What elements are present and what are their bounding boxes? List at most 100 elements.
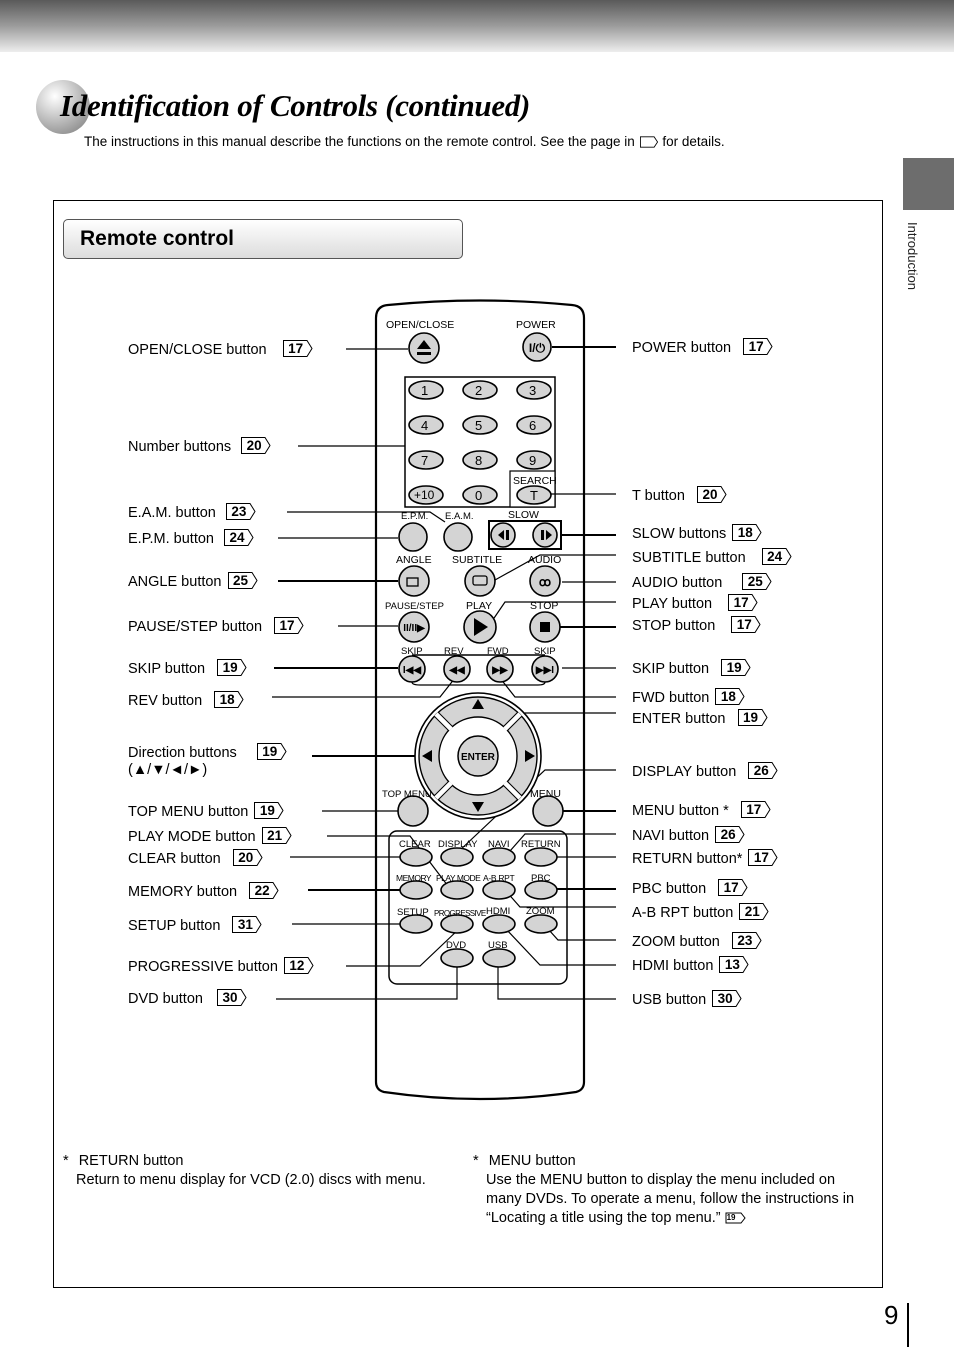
key-label-stop: STOP: [530, 600, 559, 612]
key-label-play-mode: PLAY MODE: [436, 873, 481, 883]
rev-icon: ◀◀: [448, 665, 465, 676]
page-ref-badge[interactable]: 20: [241, 437, 271, 454]
page-ref-number: 20: [246, 438, 262, 453]
key-label-zoom: ZOOM: [526, 906, 555, 917]
key-label-audio: AUDIO: [528, 554, 562, 566]
key-label-pbc: PBC: [531, 873, 551, 884]
page-ref-badge[interactable]: 18: [732, 524, 762, 541]
callout-label: USB button: [632, 992, 707, 1008]
key-3-label[interactable]: 3: [529, 382, 536, 399]
slow-fwd-key: [532, 522, 558, 548]
right-callout-15: A-B RPT button 21: [632, 903, 769, 922]
page-ref-badge[interactable]: 17: [274, 617, 304, 634]
page-ref-number: 17: [746, 802, 762, 817]
key-label-skip-fwd: SKIP: [534, 646, 556, 657]
key-label-dvd: DVD: [446, 940, 467, 951]
page-ref-badge[interactable]: 20: [696, 486, 727, 503]
page-ref-badge[interactable]: 17: [718, 879, 748, 896]
note-menu-star: *: [473, 1153, 479, 1169]
page-ref-number: 24: [767, 549, 783, 564]
page-ref-badge[interactable]: 23: [225, 503, 256, 520]
key-6-label[interactable]: 6: [529, 417, 536, 434]
page-ref-badge[interactable]: 13: [719, 956, 749, 973]
key-1-label[interactable]: 1: [421, 382, 428, 399]
callout-label: AUDIO button: [632, 575, 723, 591]
callout-label: FWD button: [632, 690, 710, 706]
page-ref-number: 19: [742, 710, 759, 725]
key-label-play: PLAY: [466, 600, 493, 612]
page-ref-badge[interactable]: 24: [223, 529, 254, 546]
page-ref-badge[interactable]: 30: [712, 990, 742, 1007]
right-callout-6: STOP button 17: [632, 616, 761, 635]
callout-label: STOP button: [632, 618, 716, 634]
key-label-memory: MEMORY: [396, 873, 432, 883]
page-ref-number: 24: [229, 530, 245, 545]
key-4-label[interactable]: 4: [421, 417, 428, 434]
key-5-label[interactable]: 5: [475, 417, 482, 434]
page-ref-badge[interactable]: 17: [748, 849, 778, 866]
page-ref-badge[interactable]: 19: [256, 743, 287, 760]
key-plus10-label[interactable]: +10: [414, 487, 434, 504]
page-ref-badge[interactable]: 19: [737, 709, 768, 726]
left-callout-11: CLEAR button 20: [128, 849, 263, 868]
callout-label: PLAY MODE button: [128, 829, 256, 845]
page-ref-badge[interactable]: 23: [731, 932, 762, 949]
page-ref-badge[interactable]: 22: [249, 882, 279, 899]
page-ref-badge[interactable]: 19: [721, 659, 751, 676]
page-ref-badge[interactable]: 17: [731, 616, 761, 633]
page-ref-badge[interactable]: 20: [232, 849, 263, 866]
page-ref-badge[interactable]: 31: [232, 916, 263, 933]
key-2-label[interactable]: 2: [475, 382, 482, 399]
page-ref-badge[interactable]: 12: [283, 957, 314, 974]
key-label-ab-rpt: A-B RPT: [483, 873, 515, 883]
right-callout-7: SKIP button 19: [632, 659, 751, 678]
callout-label: POWER button: [632, 340, 732, 356]
page-ref-badge[interactable]: 30: [216, 989, 247, 1006]
page-ref-number: 13: [724, 957, 740, 972]
page-ref-badge[interactable]: 17: [728, 594, 758, 611]
callout-label: PBC button: [632, 881, 707, 897]
page-ref-badge[interactable]: 17: [282, 340, 313, 357]
callout-label: DISPLAY button: [632, 764, 737, 780]
key-label-return: RETURN: [521, 839, 561, 850]
callout-label: E.P.M. button: [128, 531, 214, 547]
page-ref-badge[interactable]: 21: [261, 827, 292, 844]
page-ref-badge[interactable]: 17: [743, 338, 773, 355]
page-ref-number: 25: [232, 573, 249, 588]
right-callout-11: MENU button * 17: [632, 801, 771, 820]
key-label-display: DISPLAY: [438, 839, 478, 850]
callout-label: T button: [632, 488, 685, 504]
page-ref-badge[interactable]: 25: [742, 573, 772, 590]
callout-label: SETUP button: [128, 918, 221, 934]
page-ref-badge[interactable]: 25: [227, 572, 258, 589]
page-ref-badge[interactable]: 24: [761, 548, 792, 565]
page-ref-number: 23: [737, 933, 753, 948]
page-ref-badge[interactable]: 19: [254, 802, 284, 819]
left-callout-6: SKIP button 19: [128, 659, 247, 678]
page-ref-badge[interactable]: 26: [715, 826, 745, 843]
key-8-label[interactable]: 8: [475, 452, 482, 469]
callout-label: Number buttons: [128, 439, 232, 455]
page-ref-badge[interactable]: 19: [217, 659, 247, 676]
key-7-label[interactable]: 7: [421, 452, 428, 469]
page-ref-badge[interactable]: 21: [739, 903, 769, 920]
angle-key: [398, 565, 430, 597]
right-callout-9: ENTER button 19: [632, 709, 768, 728]
key-t-label[interactable]: T: [530, 487, 538, 504]
right-callout-17: HDMI button 13: [632, 956, 749, 975]
key-label-clear: CLEAR: [399, 839, 431, 850]
page-ref-badge[interactable]: 18: [214, 691, 244, 708]
fwd-icon: ▶▶: [491, 665, 509, 676]
page-ref-badge[interactable]: 18: [715, 688, 745, 705]
page-ref-number: 26: [720, 827, 736, 842]
key-label-enter[interactable]: ENTER: [461, 749, 495, 766]
page-ref-badge[interactable]: 17: [740, 801, 771, 818]
page-ref-number: 17: [733, 595, 749, 610]
key-label-fwd: FWD: [487, 646, 509, 657]
page-ref-badge[interactable]: 26: [748, 762, 778, 779]
key-9-label[interactable]: 9: [529, 452, 536, 469]
callout-label: OPEN/CLOSE button: [128, 342, 267, 358]
note-menu-page-ref[interactable]: 19: [725, 1212, 747, 1224]
page-ref-number: 19: [726, 660, 742, 675]
key-0-label[interactable]: 0: [475, 487, 482, 504]
